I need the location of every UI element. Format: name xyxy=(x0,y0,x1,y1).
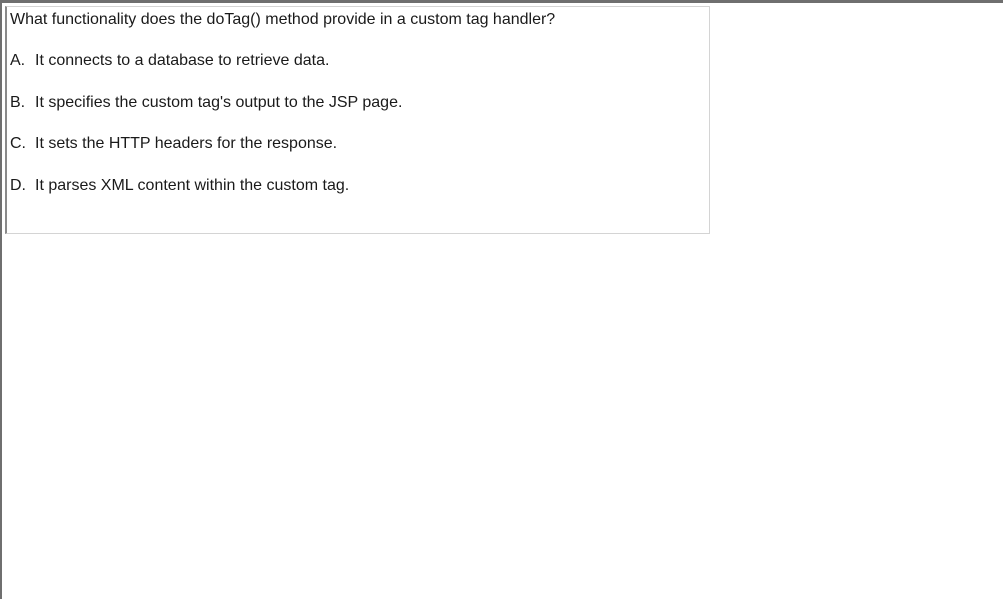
window-frame: What functionality does the doTag() meth… xyxy=(0,0,1003,599)
option-letter: D. xyxy=(10,177,26,194)
question-text: What functionality does the doTag() meth… xyxy=(10,11,556,28)
option-b[interactable]: B. It specifies the custom tag's output t… xyxy=(10,94,402,112)
option-c[interactable]: C. It sets the HTTP headers for the respo… xyxy=(10,135,337,153)
option-a[interactable]: A. It connects to a database to retrieve … xyxy=(10,52,329,70)
option-text: It connects to a database to retrieve da… xyxy=(35,52,330,69)
option-letter: B. xyxy=(10,94,26,111)
question-panel: What functionality does the doTag() meth… xyxy=(5,6,710,234)
option-d[interactable]: D. It parses XML content within the custo… xyxy=(10,177,349,195)
option-text: It parses XML content within the custom … xyxy=(35,177,350,194)
option-letter: C. xyxy=(10,135,26,152)
option-text: It specifies the custom tag's output to … xyxy=(35,94,403,111)
option-text: It sets the HTTP headers for the respons… xyxy=(35,135,338,152)
option-letter: A. xyxy=(10,52,26,69)
